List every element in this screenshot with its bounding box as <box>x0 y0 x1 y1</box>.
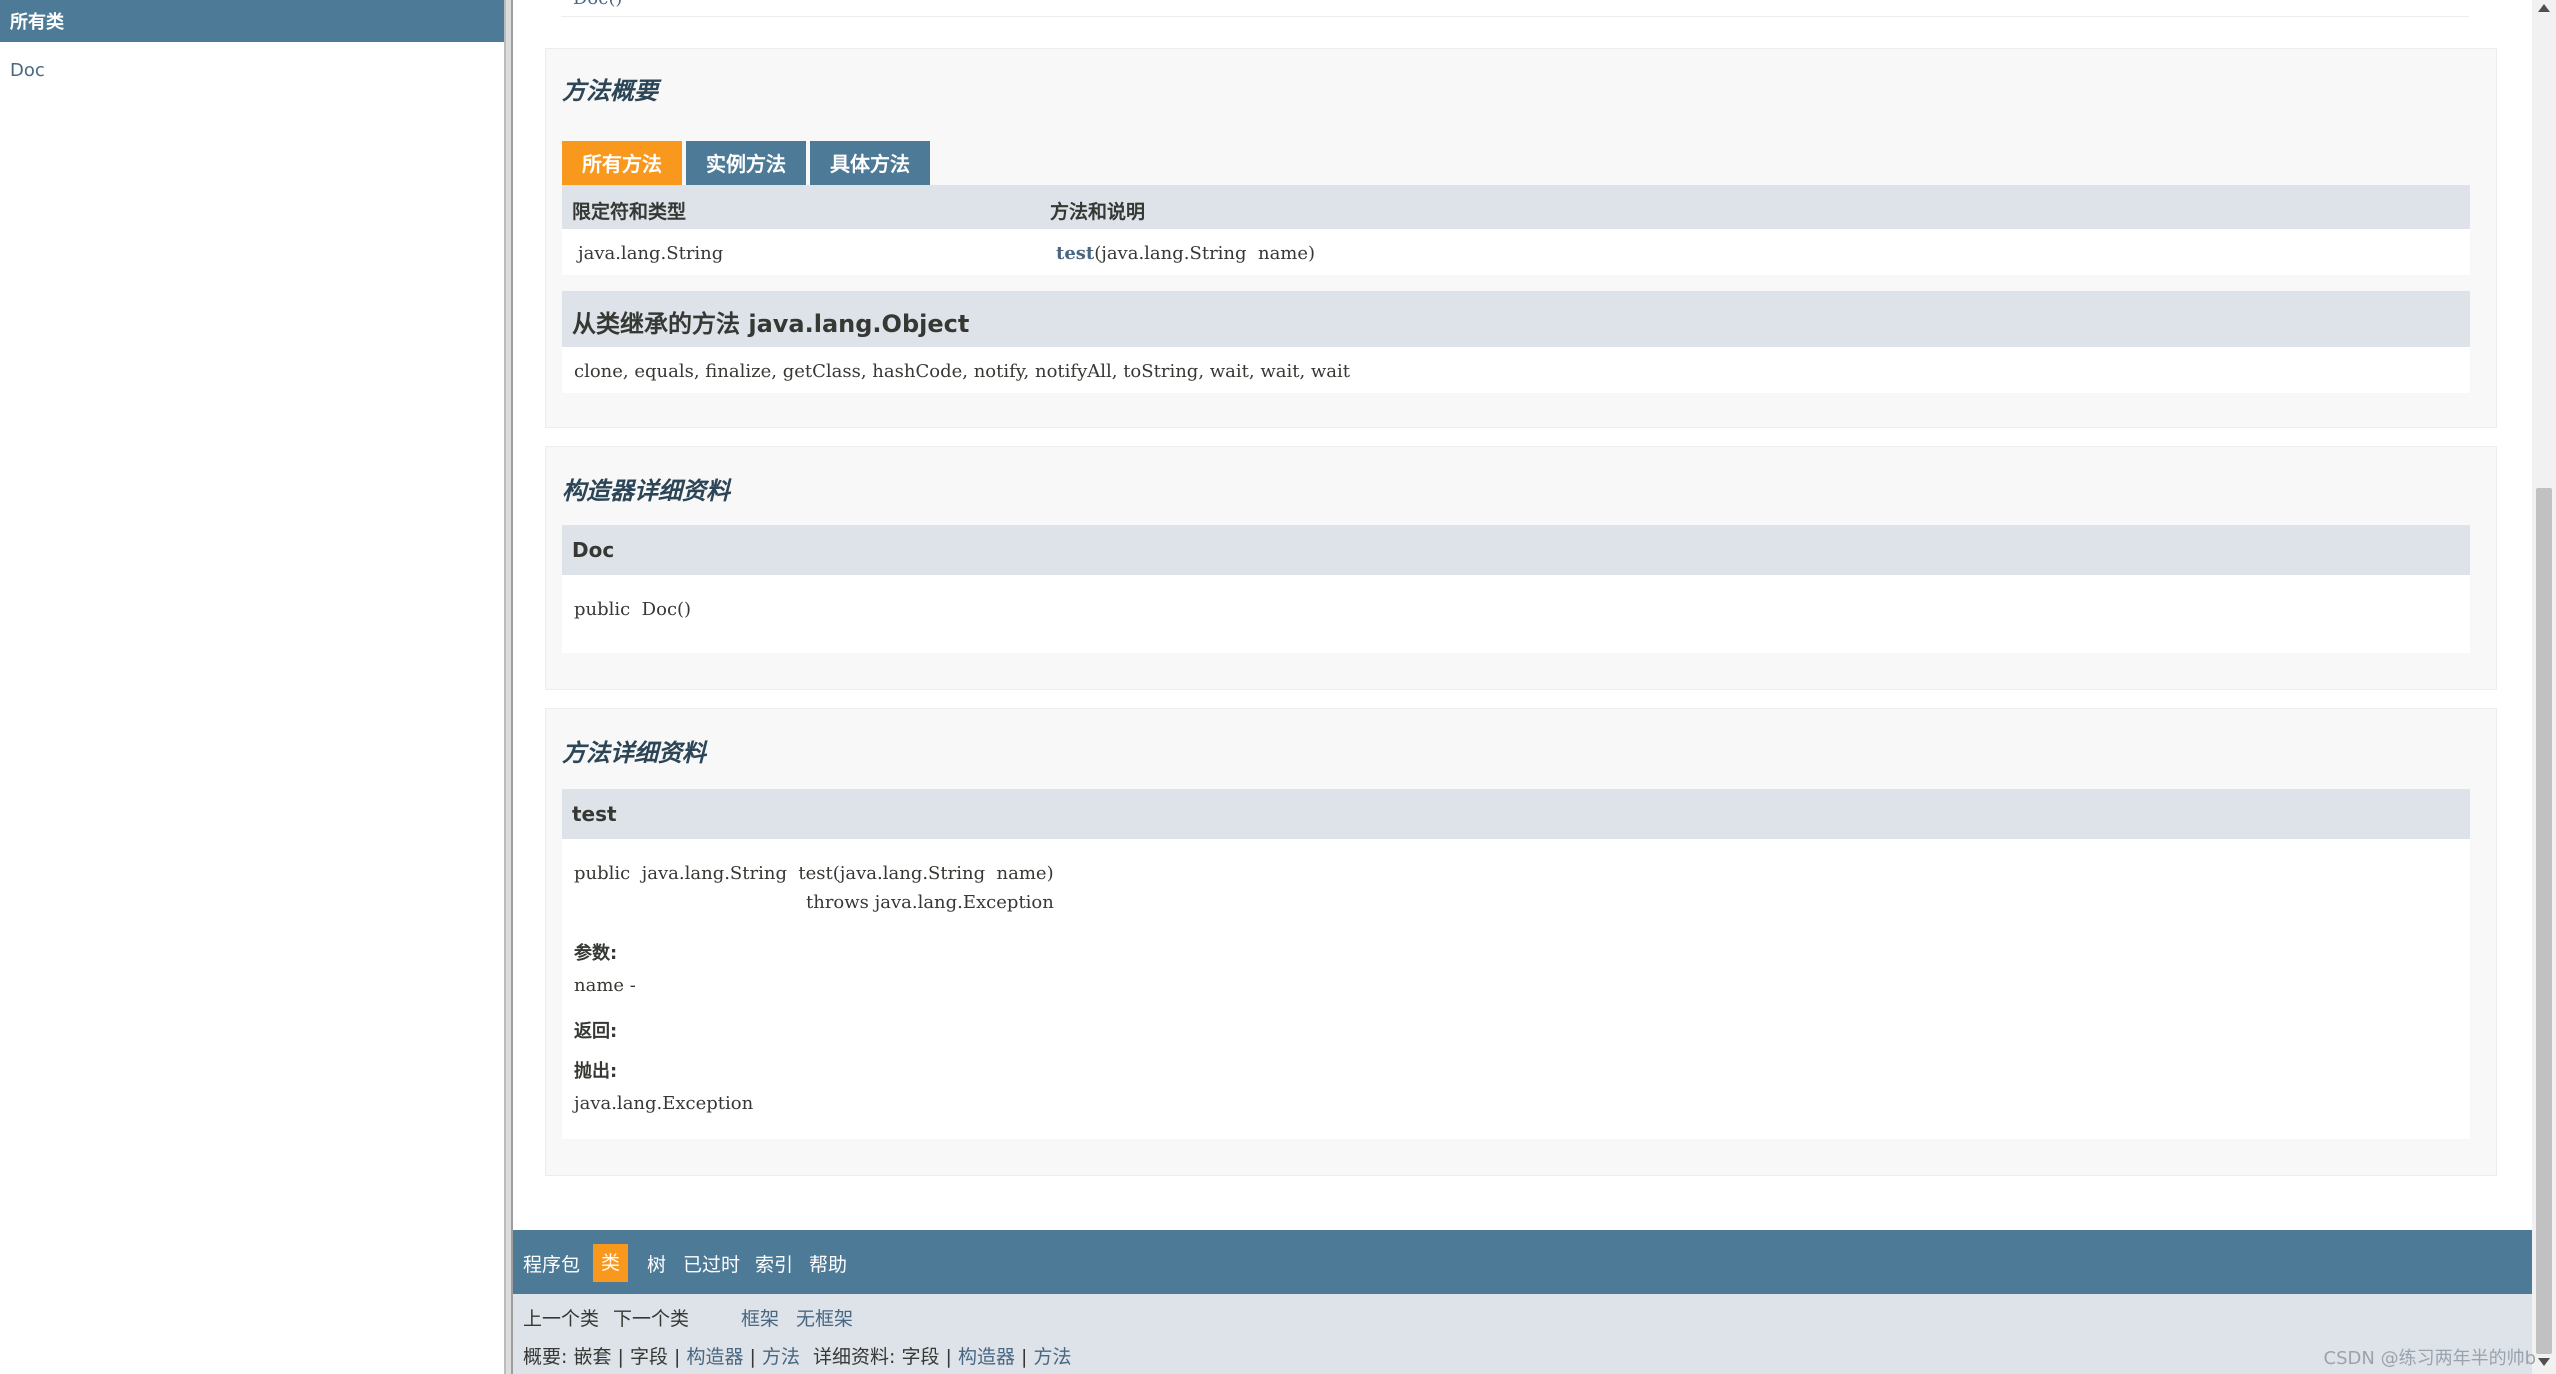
nav-help[interactable]: 帮助 <box>809 1250 847 1280</box>
nav-deprecated[interactable]: 已过时 <box>683 1250 740 1280</box>
inherited-methods-text: clone, equals, finalize, getClass, hashC… <box>574 361 1351 382</box>
throws-value: java.lang.Exception <box>574 1093 754 1114</box>
bottom-navbar: 程序包 类 树 已过时 索引 帮助 <box>513 1230 2532 1294</box>
table-row: java.lang.String test(java.lang.String n… <box>562 229 2470 275</box>
constructor-name: Doc <box>572 538 615 562</box>
method-detail-section: 方法详细资料 test public java.lang.String test… <box>545 708 2497 1176</box>
column-modifier-type: 限定符和类型 <box>572 201 687 223</box>
method-signature-throws: throws java.lang.Exception <box>806 892 1054 913</box>
class-link-doc[interactable]: Doc <box>0 42 504 81</box>
nav-tree[interactable]: 树 <box>647 1250 666 1280</box>
detail-method-link[interactable]: 方法 <box>1033 1346 1071 1368</box>
scroll-thumb[interactable] <box>2536 488 2552 1354</box>
summary-nested: 嵌套 <box>573 1346 612 1368</box>
left-frame: 所有类 Doc <box>0 0 504 1374</box>
column-method-description: 方法和说明 <box>1050 201 1146 223</box>
tab-instance-methods[interactable]: 实例方法 <box>686 141 806 185</box>
vertical-scrollbar[interactable] <box>2532 0 2556 1374</box>
return-type: java.lang.String <box>578 243 724 264</box>
scroll-up-arrow-icon[interactable] <box>2538 4 2550 12</box>
detail-field: 字段 <box>901 1346 940 1368</box>
summary-method-link[interactable]: 方法 <box>762 1346 800 1368</box>
method-signature-line1: public java.lang.String test(java.lang.S… <box>574 863 1054 884</box>
watermark: CSDN @练习两年半的帅b <box>2323 1348 2536 1369</box>
nav-index[interactable]: 索引 <box>755 1250 793 1280</box>
method-link-test[interactable]: test <box>1056 243 1094 264</box>
constructor-name-bar: Doc <box>562 525 2470 575</box>
method-table-header: 限定符和类型 方法和说明 <box>562 185 2470 229</box>
constructor-detail-title: 构造器详细资料 <box>562 477 730 505</box>
method-detail-title: 方法详细资料 <box>562 739 706 767</box>
method-body: public java.lang.String test(java.lang.S… <box>562 839 2470 1139</box>
constructor-link-doc[interactable]: Doc() <box>573 0 622 9</box>
frames-link[interactable]: 框架 <box>741 1304 779 1331</box>
returns-label: 返回: <box>574 1021 618 1042</box>
method-signature: test(java.lang.String name) <box>1056 243 1316 264</box>
params-value: name - <box>574 975 636 996</box>
sub-navbar: 上一个类 下一个类 框架 无框架 概要: 嵌套 | 字段 | 构造器 | 方法 … <box>513 1294 2532 1374</box>
next-class: 下一个类 <box>613 1308 690 1330</box>
summary-field: 字段 <box>629 1346 668 1368</box>
right-frame: Doc() 方法概要 所有方法 实例方法 具体方法 限定符和类型 方法和说明 j… <box>513 0 2532 1374</box>
constructor-detail-section: 构造器详细资料 Doc public Doc() <box>545 446 2497 690</box>
prev-class: 上一个类 <box>523 1308 600 1330</box>
method-name-bar: test <box>562 789 2470 839</box>
inherited-methods-title: 从类继承的方法 java.lang.Object <box>572 310 970 338</box>
method-name: test <box>572 802 617 826</box>
detail-links: 详细资料: 字段 | 构造器 | 方法 <box>813 1346 1072 1368</box>
summary-links: 概要: 嵌套 | 字段 | 构造器 | 方法 <box>523 1346 801 1368</box>
constructor-signature: public Doc() <box>574 599 692 620</box>
class-content: Doc() 方法概要 所有方法 实例方法 具体方法 限定符和类型 方法和说明 j… <box>513 0 2532 1230</box>
no-frames-link[interactable]: 无框架 <box>796 1304 853 1331</box>
method-summary-title: 方法概要 <box>562 77 658 105</box>
throws-label: 抛出: <box>574 1061 618 1082</box>
detail-constructor-link[interactable]: 构造器 <box>958 1346 1015 1368</box>
method-summary-section: 方法概要 所有方法 实例方法 具体方法 限定符和类型 方法和说明 java.la… <box>545 48 2497 428</box>
all-classes-header: 所有类 <box>0 0 504 42</box>
tab-all-methods[interactable]: 所有方法 <box>562 141 682 185</box>
inherited-methods-list: clone, equals, finalize, getClass, hashC… <box>562 347 2470 393</box>
nav-package[interactable]: 程序包 <box>523 1250 580 1280</box>
inherited-methods-header: 从类继承的方法 java.lang.Object <box>562 291 2470 347</box>
frame-divider[interactable] <box>504 0 513 1374</box>
scroll-down-arrow-icon[interactable] <box>2538 1358 2550 1366</box>
nav-class[interactable]: 类 <box>593 1244 629 1282</box>
constructor-body: public Doc() <box>562 575 2470 653</box>
params-label: 参数: <box>574 943 618 964</box>
tab-concrete-methods[interactable]: 具体方法 <box>810 141 930 185</box>
summary-constructor-link[interactable]: 构造器 <box>686 1346 743 1368</box>
constructor-summary-tail: Doc() <box>561 0 2469 17</box>
